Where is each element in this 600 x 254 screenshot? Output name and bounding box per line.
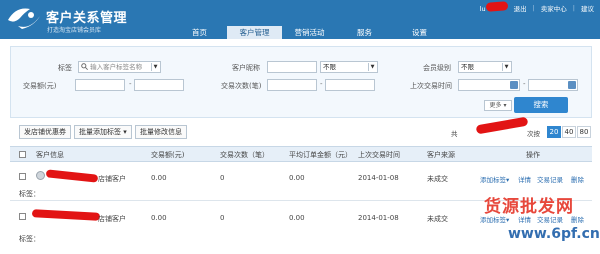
row-last-time: 2014-01-08 [358,174,399,182]
row-amount: 0.00 [151,174,167,182]
range-dash: - [129,80,132,88]
detail-link[interactable]: 详情 [518,174,531,184]
nav-home[interactable]: 首页 [172,26,227,39]
row-source: 未成交 [427,215,448,223]
row-count: 0 [220,174,225,182]
row-last-time: 2014-01-08 [358,214,399,222]
nickname-input[interactable] [267,61,317,73]
count-label: 交易次数(笔) [221,82,262,90]
chevron-down-icon: ▾ [506,176,510,184]
calendar-icon[interactable] [510,81,518,89]
member-level-select[interactable]: 不限 ▼ [458,61,512,73]
crm-logo-icon [8,8,40,29]
chevron-down-icon: ▼ [502,63,510,71]
start-date-input[interactable] [458,79,520,91]
chevron-down-icon: ▾ [123,128,127,136]
amount-label: 交易额(元) [23,82,57,90]
app-header: 客户关系管理 打造淘宝店铺会员库 首页 客户管理 营销活动 服务 设置 lu 退… [0,0,600,39]
divider: | [572,3,575,12]
batch-add-tag-button[interactable]: 批量添加标签 ▾ [74,125,132,139]
col-actions: 操作 [526,151,540,159]
chevron-down-icon: ▾ [506,216,510,224]
col-last-time: 上次交易时间 [358,151,400,159]
nav-service[interactable]: 服务 [337,26,392,39]
page-size-40[interactable]: 40 [562,126,576,138]
customer-name-suffix[interactable]: 店铺客户 [98,174,126,184]
page-size-20[interactable]: 20 [547,126,561,138]
redacted-pager-total [475,116,529,135]
col-customer-info: 客户信息 [36,151,64,159]
row-avg: 0.00 [289,174,305,182]
pager-per-label: 次按 [527,130,540,138]
send-coupon-button[interactable]: 发店铺优惠券 [19,125,71,139]
watermark-text: 货源批发网 [484,197,574,217]
tag-label: 标签 [58,64,72,72]
count-max-input[interactable] [325,79,375,91]
row-source: 未成交 [427,175,448,183]
row-checkbox[interactable] [19,213,26,220]
main-nav: 首页 客户管理 营销活动 服务 设置 [172,26,447,39]
suggest-link[interactable]: 建议 [581,3,594,13]
count-min-input[interactable] [267,79,317,91]
tag-input[interactable]: 输入客户标签名称 ▼ [78,61,161,73]
col-avg-amount: 平均订单金额（元） [289,151,352,159]
redacted-customer-name [31,209,101,221]
delete-link[interactable]: 删除 [571,174,584,184]
end-date-input[interactable] [528,79,578,91]
avatar [36,171,45,180]
customer-name-suffix[interactable]: 店铺客户 [98,214,126,224]
pager-total: 共 [451,130,458,138]
username: lu [480,1,508,13]
chevron-down-icon[interactable]: ▼ [151,63,159,71]
amount-min-input[interactable] [75,79,125,91]
nav-customer-management[interactable]: 客户管理 [227,26,282,39]
divider: | [532,3,535,12]
seller-center-link[interactable]: 卖家中心 [541,3,567,13]
row-count: 0 [220,214,225,222]
nav-settings[interactable]: 设置 [392,26,447,39]
select-all-checkbox[interactable] [19,151,26,158]
range-dash: - [523,80,526,88]
watermark-url: www.6pf.cn [508,226,600,242]
nav-marketing[interactable]: 营销活动 [282,26,337,39]
batch-edit-button[interactable]: 批量修改信息 [135,125,187,139]
chevron-down-icon: ▼ [368,63,376,71]
page-size-80[interactable]: 80 [577,126,591,138]
col-source: 客户来源 [427,151,455,159]
redacted-customer-name [45,169,99,183]
row-tags-label: 标签： [19,190,40,198]
nickname-label: 客户昵称 [232,64,260,72]
chevron-down-icon: ▾ [503,102,507,109]
last-time-label: 上次交易时间 [410,82,452,90]
app-title: 客户关系管理 [46,11,128,26]
search-icon [81,63,88,70]
calendar-icon[interactable] [568,81,576,89]
trade-record-link[interactable]: 交易记录 [537,174,563,184]
range-dash: - [320,80,323,88]
more-filters-button[interactable]: 更多 ▾ [484,100,512,111]
redacted-username [485,1,508,12]
col-count: 交易次数（笔） [220,151,269,159]
top-links: lu 退出 | 卖家中心 | 建议 [480,1,594,13]
search-button[interactable]: 搜索 [514,97,568,113]
row-tags-label: 标签： [19,235,40,243]
row-avg: 0.00 [289,214,305,222]
app-subtitle: 打造淘宝店铺会员库 [47,27,102,34]
amount-max-input[interactable] [134,79,184,91]
row-checkbox[interactable] [19,173,26,180]
col-amount: 交易额(元) [151,151,185,159]
nickname-match-select[interactable]: 不限 ▼ [320,61,378,73]
member-level-label: 会员级别 [423,64,451,72]
row-amount: 0.00 [151,214,167,222]
add-tag-link[interactable]: 添加标签▾ [480,174,509,184]
logout-link[interactable]: 退出 [514,3,527,13]
